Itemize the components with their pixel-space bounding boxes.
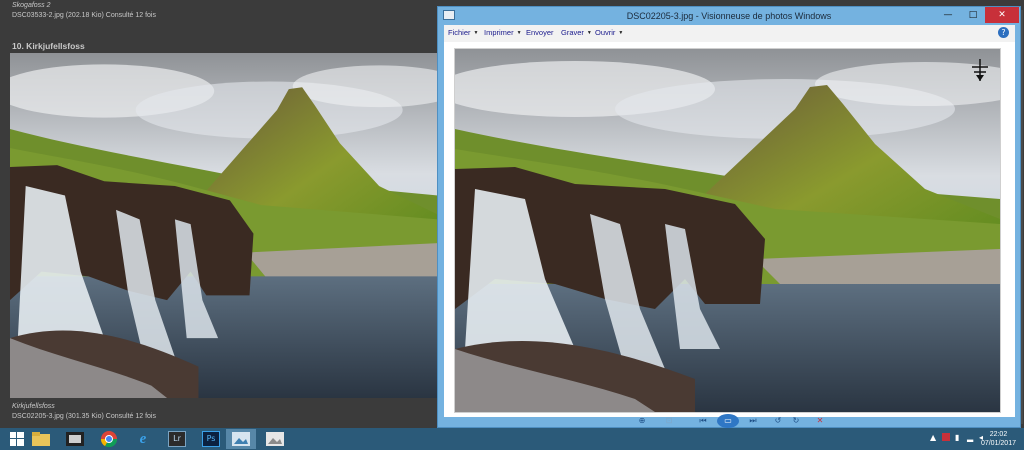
photo-caption-info: DSC02205-3.jpg (301.35 Kio) Consulté 12 …	[12, 413, 156, 420]
image-icon	[266, 432, 284, 446]
action-center-icon[interactable]	[942, 433, 950, 441]
menu-label: Imprimer	[484, 28, 514, 37]
slideshow-button[interactable]: ▭	[717, 414, 739, 428]
previous-photo-info: DSC03533-2.jpg (202.18 Kio) Consulté 12 …	[12, 12, 156, 19]
folder-icon	[32, 432, 50, 446]
menu-label: Fichier	[448, 28, 471, 37]
photo-viewer-button[interactable]	[226, 429, 256, 449]
menu-envoyer[interactable]: Envoyer	[526, 28, 554, 37]
photo-caption-title: Kirkjufellsfoss	[12, 403, 55, 410]
taskbar: e Lr Ps ▲ ▮ ▂ ◂ 22:02 07/01/2017	[0, 428, 1024, 450]
zoom-icon[interactable]: ⊕	[632, 414, 652, 428]
film-icon	[66, 432, 84, 446]
internet-explorer-button[interactable]: e	[128, 429, 158, 449]
previous-icon[interactable]: ⏮	[695, 414, 711, 428]
viewer-controls: ⊕ ⊡ ⏮ ▭ ⏭ ↺ ↻ ✕	[437, 414, 1021, 428]
menu-imprimer[interactable]: Imprimer ▼	[484, 28, 522, 37]
clock-time: 22:02	[989, 431, 1008, 438]
internet-explorer-icon: e	[139, 430, 147, 447]
delete-icon[interactable]: ✕	[813, 414, 827, 428]
tray-arrow-icon[interactable]: ▲	[930, 433, 936, 442]
chevron-down-icon: ▼	[586, 30, 592, 36]
menu-graver[interactable]: Graver ▼	[561, 28, 592, 37]
chevron-down-icon: ▼	[618, 30, 624, 36]
title-bar[interactable]: DSC02205-3.jpg - Visionneuse de photos W…	[438, 7, 1020, 25]
photo-viewer-window: DSC02205-3.jpg - Visionneuse de photos W…	[437, 6, 1021, 428]
chrome-icon	[101, 431, 117, 447]
battery-icon[interactable]: ▮	[955, 433, 959, 442]
windows-logo-icon	[10, 432, 24, 446]
lightroom-button[interactable]: Lr	[162, 429, 192, 449]
menu-bar: Fichier ▼ Imprimer ▼ Envoyer Graver ▼ Ouvri…	[444, 25, 1015, 43]
chevron-down-icon: ▼	[516, 30, 522, 36]
next-icon[interactable]: ⏭	[745, 414, 761, 428]
tilt-marker-icon	[972, 59, 988, 81]
chevron-down-icon: ▼	[473, 30, 479, 36]
maximize-button[interactable]: □	[961, 7, 985, 23]
photo-viewer-2-button[interactable]	[260, 429, 290, 449]
menu-label: Envoyer	[526, 28, 554, 37]
menu-label: Ouvrir	[595, 28, 616, 37]
photo-viewer-icon	[232, 432, 250, 446]
rotate-right-icon[interactable]: ↻	[789, 414, 803, 428]
clock-date: 07/01/2017	[980, 440, 1016, 447]
previous-photo-title: Skogafoss 2	[12, 2, 51, 9]
lightroom-icon: Lr	[168, 431, 186, 447]
close-button[interactable]: ✕	[985, 7, 1019, 23]
menu-label: Graver	[561, 28, 584, 37]
menu-fichier[interactable]: Fichier ▼	[448, 28, 478, 37]
network-icon[interactable]: ▂	[967, 433, 973, 442]
actual-size-icon[interactable]: ⊡	[661, 414, 677, 428]
gallery-photo[interactable]	[10, 53, 438, 398]
menu-ouvrir[interactable]: Ouvrir ▼	[595, 28, 623, 37]
clock[interactable]: 22:02 07/01/2017	[981, 430, 1016, 448]
image-canvas	[444, 42, 1015, 417]
viewer-photo[interactable]	[454, 48, 1001, 413]
media-player-button[interactable]	[60, 429, 90, 449]
chrome-button[interactable]	[94, 429, 124, 449]
photoshop-button[interactable]: Ps	[196, 429, 226, 449]
section-title: 10. Kirkjufellsfoss	[12, 41, 85, 51]
help-icon[interactable]: ?	[998, 27, 1009, 38]
minimize-button[interactable]: —	[935, 7, 961, 23]
photoshop-icon: Ps	[202, 431, 220, 447]
window-title: DSC02205-3.jpg - Visionneuse de photos W…	[626, 11, 832, 21]
file-explorer-button[interactable]	[26, 429, 56, 449]
rotate-left-icon[interactable]: ↺	[771, 414, 785, 428]
